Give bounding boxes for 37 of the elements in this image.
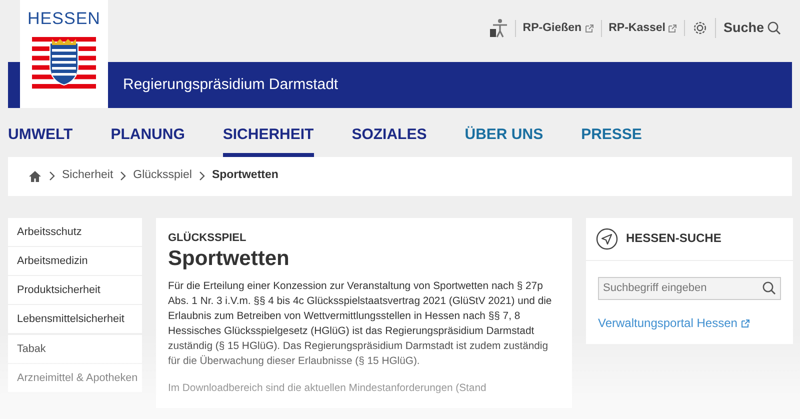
- external-link[interactable]: RP-Gießen: [514, 20, 601, 37]
- breadcrumb-link[interactable]: Sicherheit: [62, 167, 114, 185]
- article-kicker: GLÜCKSSPIEL: [168, 230, 248, 246]
- search-icon: [767, 21, 781, 36]
- search-field[interactable]: Suchbegriff eingeben: [598, 276, 781, 300]
- nav-tab[interactable]: ÜBER UNS: [464, 120, 544, 156]
- sidebar-item[interactable]: Arbeitsschutz: [8, 218, 142, 246]
- logo[interactable]: HESSEN: [20, 0, 108, 108]
- chevron-icon: [119, 171, 128, 181]
- external-link-icon: [668, 24, 678, 33]
- nav-tab[interactable]: UMWELT: [8, 120, 73, 156]
- logo-text: HESSEN: [28, 10, 100, 27]
- nav-tab[interactable]: PRESSE: [581, 120, 642, 156]
- article-title: Sportwetten: [168, 246, 290, 272]
- sidebar-item[interactable]: Lebensmittelsicherheit: [8, 305, 142, 334]
- site-title: Regierungspräsidium Darmstadt: [123, 74, 338, 95]
- sidebar-item[interactable]: Arbeitsmedizin: [8, 246, 142, 275]
- chevron-icon: [48, 171, 56, 181]
- paper-plane-icon: [596, 228, 618, 250]
- home-icon: [28, 170, 42, 182]
- search-card-title: HESSEN-SUCHE: [626, 231, 722, 246]
- article-paragraph: Für die Erteilung einer Konzession zur Veranstaltung von Sportwetten nach § 27p Abs. 1 Nr. 3 i.V.m. §§ 4 bis 4c Glücksspielstaatsvertrag 2021 (GlüStV 2021) und die Erlaubnis zum Betreiben von Wettvermittlungsstellen in Hessen nach §§ 7, 8 Hessisches Glücksspielgesetz (HGlüG) ist das Regierungspräsidium Darmstadt zuständig (§ 15 HGlüG). Das Regierungspräsidium Darmstadt ist zudem zuständig für die Überwachung dieser Erlaubnisse (§ 15 HGlüG).: [168, 280, 553, 370]
- external-link-icon: [584, 24, 594, 33]
- sidebar-item[interactable]: Produktsicherheit: [8, 276, 142, 304]
- external-link-icon: [741, 318, 750, 328]
- settings-icon: [694, 22, 706, 34]
- breadcrumb-link[interactable]: Glücksspiel: [133, 167, 192, 185]
- sidebar-item[interactable]: Tabak: [8, 334, 142, 363]
- sidebar-item[interactable]: Arzneimittel & Apotheken: [8, 364, 142, 392]
- breadcrumb-current: Sportwetten: [212, 168, 278, 184]
- article-paragraph: Im Downloadbereich sind die aktuellen Mindestanforderungen (Stand: [168, 382, 488, 396]
- search-link[interactable]: Suche: [715, 18, 788, 38]
- search-icon: [762, 280, 776, 294]
- nav-tab[interactable]: SOZIALES: [352, 120, 427, 156]
- external-link[interactable]: RP-Kassel: [600, 20, 684, 37]
- chevron-icon: [198, 171, 206, 181]
- nav-tab[interactable]: PLANUNG: [110, 120, 185, 156]
